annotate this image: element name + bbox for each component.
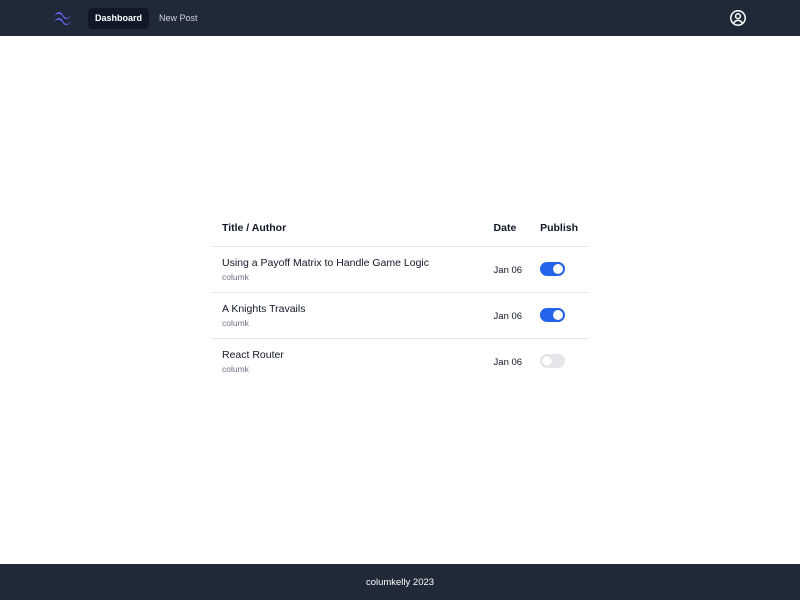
toggle-knob — [553, 310, 564, 320]
publish-toggle[interactable] — [540, 354, 566, 369]
title-author-cell: React Router columk — [212, 338, 484, 384]
publish-cell — [530, 292, 588, 339]
post-date: Jan 06 — [493, 265, 523, 276]
header-title-author: Title / Author — [212, 211, 484, 247]
publish-toggle[interactable] — [540, 262, 566, 276]
table-row: React Router columk Jan 06 — [212, 338, 588, 384]
toggle-knob — [542, 356, 553, 367]
title-author-cell: Using a Payoff Matrix to Handle Game Log… — [212, 246, 484, 293]
nav-dashboard-link[interactable]: Dashboard — [88, 8, 150, 29]
main-content: Title / Author Date Publish Using a Payo… — [0, 36, 800, 564]
header-date: Date — [483, 211, 531, 247]
table-row: Using a Payoff Matrix to Handle Game Log… — [212, 246, 588, 293]
toggle-knob — [553, 264, 564, 274]
user-circle-icon[interactable] — [729, 9, 747, 27]
title-author-cell: A Knights Travails columk — [212, 292, 484, 339]
post-title[interactable]: A Knights Travails — [222, 303, 474, 315]
post-date: Jan 06 — [493, 357, 523, 369]
posts-table: Title / Author Date Publish Using a Payo… — [212, 211, 588, 384]
footer-text: columkelly 2023 — [365, 576, 435, 588]
publish-cell — [530, 246, 588, 293]
footer: columkelly 2023 — [0, 564, 800, 600]
nav-new-post-link[interactable]: New Post — [152, 8, 205, 29]
post-date: Jan 06 — [493, 311, 523, 322]
post-author: columk — [222, 363, 249, 374]
date-cell: Jan 06 — [483, 292, 531, 339]
table-header-row: Title / Author Date Publish — [212, 211, 588, 247]
top-navbar: Dashboard New Post — [0, 0, 800, 36]
logo-icon[interactable] — [52, 9, 74, 27]
header-publish: Publish — [530, 211, 588, 247]
date-cell: Jan 06 — [483, 246, 531, 293]
post-author: columk — [222, 317, 249, 328]
publish-cell — [530, 338, 588, 384]
post-author: columk — [222, 271, 249, 282]
table-row: A Knights Travails columk Jan 06 — [212, 292, 588, 339]
post-title[interactable]: React Router — [222, 349, 474, 361]
post-title[interactable]: Using a Payoff Matrix to Handle Game Log… — [222, 257, 474, 269]
date-cell: Jan 06 — [484, 338, 531, 384]
publish-toggle[interactable] — [540, 308, 566, 322]
